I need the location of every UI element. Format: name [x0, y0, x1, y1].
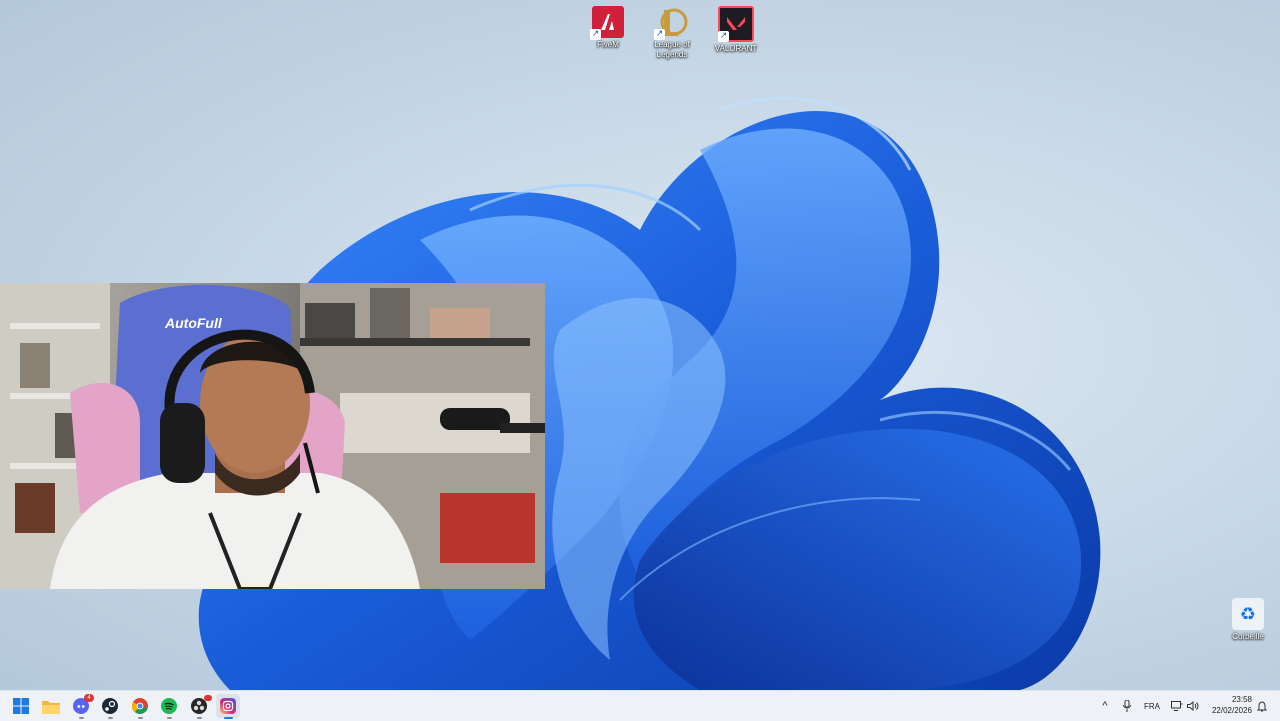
speaker-icon — [1187, 701, 1199, 711]
taskbar-clock[interactable]: 23:58 22/02/2026 — [1212, 694, 1252, 716]
running-indicator — [224, 717, 233, 719]
taskbar-instagram[interactable] — [216, 694, 240, 719]
folder-icon — [42, 700, 60, 714]
desktop-icon-label: League of Legends — [654, 40, 690, 59]
notification-badge: 4 — [84, 694, 94, 702]
chair-brand-text: AutoFull — [164, 315, 223, 331]
desktop-icon-league-of-legends[interactable]: ↗ League of Legends — [640, 2, 704, 60]
clock-date: 22/02/2026 — [1211, 706, 1252, 715]
webcam-feed: AutoFull — [0, 283, 545, 589]
chrome-icon — [132, 698, 148, 714]
shortcut-arrow-icon: ↗ — [590, 29, 601, 40]
steam-icon — [102, 698, 118, 714]
tray-notifications[interactable] — [1254, 691, 1270, 721]
running-indicator — [108, 717, 113, 719]
taskbar-steam[interactable] — [98, 694, 122, 719]
webcam-scene: AutoFull — [0, 283, 545, 589]
windows-start-icon — [13, 698, 29, 714]
fivem-icon: ↗ — [590, 6, 624, 40]
taskbar-discord[interactable]: 4 — [69, 694, 94, 719]
desktop-icon-valorant[interactable]: ↗ VALORANT — [704, 2, 768, 54]
desktop-icon-fivem[interactable]: ↗ FiveM — [576, 2, 640, 50]
taskbar: 4 ^ FRA 23:58 22/02/2026 — [0, 690, 1280, 721]
start-button[interactable] — [9, 694, 33, 718]
shortcut-arrow-icon: ↗ — [718, 31, 729, 42]
running-indicator — [79, 717, 84, 719]
tray-network[interactable] — [1169, 691, 1185, 721]
running-indicator — [197, 717, 202, 719]
taskbar-file-explorer[interactable] — [39, 694, 63, 718]
instagram-icon — [220, 698, 236, 714]
tray-microphone[interactable] — [1119, 691, 1135, 721]
microphone-icon — [1123, 700, 1131, 712]
spotify-icon — [161, 698, 177, 714]
tray-volume[interactable] — [1185, 691, 1201, 721]
taskbar-obs[interactable] — [187, 694, 212, 719]
network-icon — [1171, 701, 1183, 711]
desktop-icon-recycle-bin[interactable]: ♻ Corbeille — [1216, 594, 1280, 642]
clock-time: 23:58 — [1231, 695, 1252, 704]
tray-overflow-chevron[interactable]: ^ — [1097, 691, 1113, 721]
desktop-icon-label: FiveM — [597, 40, 619, 49]
notification-bell-icon — [1257, 700, 1267, 711]
league-of-legends-icon: ↗ — [654, 6, 688, 40]
notification-dot — [204, 695, 212, 701]
valorant-icon: ↗ — [718, 6, 754, 42]
running-indicator — [167, 717, 172, 719]
tray-language[interactable]: FRA — [1141, 691, 1163, 721]
desktop-icon-label: Corbeille — [1232, 632, 1264, 641]
shortcut-arrow-icon: ↗ — [654, 29, 665, 40]
recycle-bin-icon: ♻ — [1232, 598, 1264, 630]
desktop-icon-label: VALORANT — [714, 44, 758, 53]
taskbar-spotify[interactable] — [157, 694, 181, 719]
taskbar-chrome[interactable] — [128, 694, 152, 719]
running-indicator — [138, 717, 143, 719]
